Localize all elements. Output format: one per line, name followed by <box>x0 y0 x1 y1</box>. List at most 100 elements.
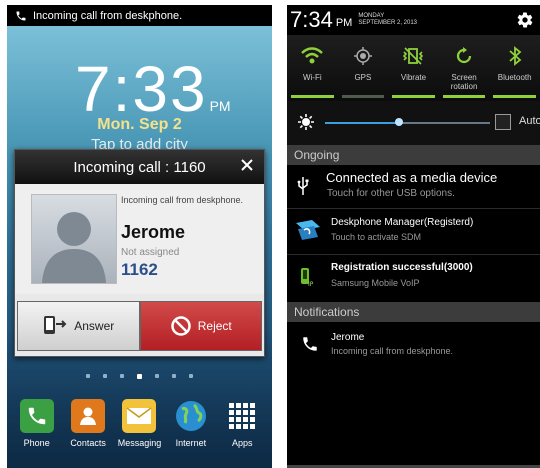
toggle-label: Bluetooth <box>497 73 532 82</box>
toggle-gps[interactable]: GPS <box>338 35 389 101</box>
notification-panel: 7:34 PM MONDAY SEPTEMBER 2, 2013 Wi-Fi G… <box>287 5 540 468</box>
page-indicator <box>7 374 272 379</box>
toggle-label: GPS <box>354 73 372 82</box>
notif-title: Registration successful(3000) <box>331 262 473 273</box>
notif-subtitle: Samsung Mobile VoIP <box>331 278 420 288</box>
ongoing-header: Ongoing <box>287 145 540 165</box>
clock-date: Mon. Sep 2 <box>97 116 182 133</box>
brightness-slider[interactable] <box>325 118 490 126</box>
gps-icon <box>353 43 373 69</box>
incoming-call-dialog: Incoming call : 1160 Incoming call from … <box>14 149 265 357</box>
notifications-header: Notifications <box>287 302 540 322</box>
caller-number: 1162 <box>121 260 158 279</box>
notif-subtitle: Incoming call from deskphone. <box>331 346 454 356</box>
app-label: Phone <box>23 438 50 448</box>
call-actions: Answer Reject <box>17 301 262 351</box>
notification-voip[interactable]: IP Registration successful(3000) Samsung… <box>287 255 540 298</box>
gear-icon[interactable] <box>516 11 534 34</box>
notif-title: Jerome <box>331 332 365 343</box>
quick-toggles: Wi-Fi GPS Vibrate Screen rotation Blueto… <box>287 35 540 101</box>
app-label: Contacts <box>70 438 106 448</box>
toggle-indicator <box>392 95 435 98</box>
lock-screen: Incoming call from deskphone. 7:33 PM Mon… <box>7 5 272 468</box>
notif-title: Deskphone Manager(Registerd) <box>331 217 474 228</box>
notif-subtitle: Touch for other USB options. <box>327 188 455 199</box>
bluetooth-icon <box>508 43 522 69</box>
brightness-knob[interactable] <box>395 118 404 126</box>
notification-deskphone-manager[interactable]: Deskphone Manager(Registerd) Touch to ac… <box>287 209 540 253</box>
answer-icon <box>44 316 67 334</box>
app-dock: Phone Contacts Messaging Internet Apps <box>7 399 272 467</box>
phone-icon <box>16 11 26 20</box>
reject-button[interactable]: Reject <box>139 301 262 351</box>
auto-brightness-label: Auto <box>519 115 540 127</box>
clock-time: 7:33 <box>75 53 208 125</box>
toggle-indicator <box>291 95 334 98</box>
toggle-indicator <box>442 95 486 98</box>
call-description: Incoming call from deskphone. <box>121 195 244 205</box>
reject-icon <box>170 316 191 336</box>
dialog-title: Incoming call : 1160 <box>73 158 206 176</box>
panel-day: MONDAY <box>358 13 385 19</box>
panel-ampm: PM <box>335 17 353 29</box>
caller-avatar <box>31 194 117 284</box>
toggle-bluetooth[interactable]: Bluetooth <box>489 35 540 101</box>
caller-card: Incoming call from deskphone. Jerome Not… <box>15 184 264 294</box>
globe-icon <box>174 399 208 433</box>
page-dot <box>86 374 90 378</box>
notif-title: Connected as a media device <box>326 170 498 185</box>
auto-brightness-checkbox[interactable] <box>495 114 511 130</box>
messaging-icon <box>122 399 157 433</box>
page-dot <box>103 374 107 378</box>
toggle-label: Screen rotation <box>450 73 478 91</box>
vibrate-icon <box>402 43 424 69</box>
panel-header: 7:34 PM MONDAY SEPTEMBER 2, 2013 <box>287 5 540 35</box>
notif-subtitle: Touch to activate SDM <box>331 232 422 242</box>
close-icon[interactable] <box>240 158 254 172</box>
wifi-icon <box>300 43 324 69</box>
svg-text:IP: IP <box>308 281 314 287</box>
panel-time: 7:34 <box>290 7 333 32</box>
caller-status: Not assigned <box>121 247 180 258</box>
page-dot <box>189 374 193 378</box>
brightness-row: Auto <box>287 101 540 145</box>
rotation-icon <box>454 43 474 69</box>
toggle-indicator <box>493 95 536 98</box>
brightness-fill <box>325 122 400 124</box>
panel-full-date: SEPTEMBER 2, 2013 <box>358 20 418 26</box>
toggle-wifi[interactable]: Wi-Fi <box>287 35 338 101</box>
dialog-header: Incoming call : 1160 <box>15 150 264 184</box>
notification-usb[interactable]: Connected as a media device Touch for ot… <box>287 165 540 207</box>
voip-icon: IP <box>301 268 314 287</box>
toggle-rotation[interactable]: Screen rotation <box>439 35 490 101</box>
notification-jerome[interactable]: Jerome Incoming call from deskphone. <box>287 323 540 367</box>
phone-icon <box>19 399 54 433</box>
answer-button[interactable]: Answer <box>17 301 140 351</box>
toggle-indicator <box>341 95 385 98</box>
app-apps[interactable]: Apps <box>217 399 267 448</box>
app-phone[interactable]: Phone <box>12 399 62 448</box>
app-label: Apps <box>231 438 253 448</box>
usb-icon <box>297 177 309 195</box>
app-label: Messaging <box>117 438 162 448</box>
clock-ampm: PM <box>209 98 231 114</box>
app-contacts[interactable]: Contacts <box>63 399 113 448</box>
apps-grid-icon <box>225 399 259 433</box>
app-label: Internet <box>175 438 207 448</box>
brightness-icon <box>298 114 314 130</box>
phone-icon <box>303 337 317 351</box>
page-dot <box>172 374 176 378</box>
app-messaging[interactable]: Messaging <box>114 399 164 448</box>
app-internet[interactable]: Internet <box>166 399 216 448</box>
panel-date: MONDAY SEPTEMBER 2, 2013 <box>358 13 417 27</box>
deskphone-manager-icon <box>296 220 320 240</box>
caller-name: Jerome <box>121 222 186 242</box>
page-dot <box>137 374 142 379</box>
status-text: Incoming call from deskphone. <box>33 9 183 22</box>
toggle-vibrate[interactable]: Vibrate <box>388 35 439 101</box>
contacts-icon <box>71 399 106 433</box>
page-dot <box>155 374 159 378</box>
toggle-label: Vibrate <box>400 73 427 82</box>
toggle-label: Wi-Fi <box>302 73 322 82</box>
page-dot <box>120 374 124 378</box>
